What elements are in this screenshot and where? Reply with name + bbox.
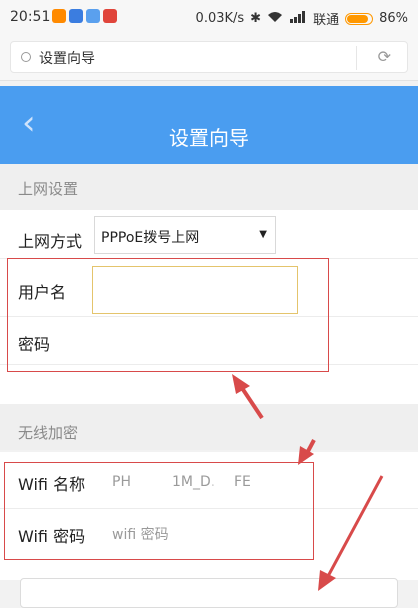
annotation-arrows (232, 374, 384, 591)
